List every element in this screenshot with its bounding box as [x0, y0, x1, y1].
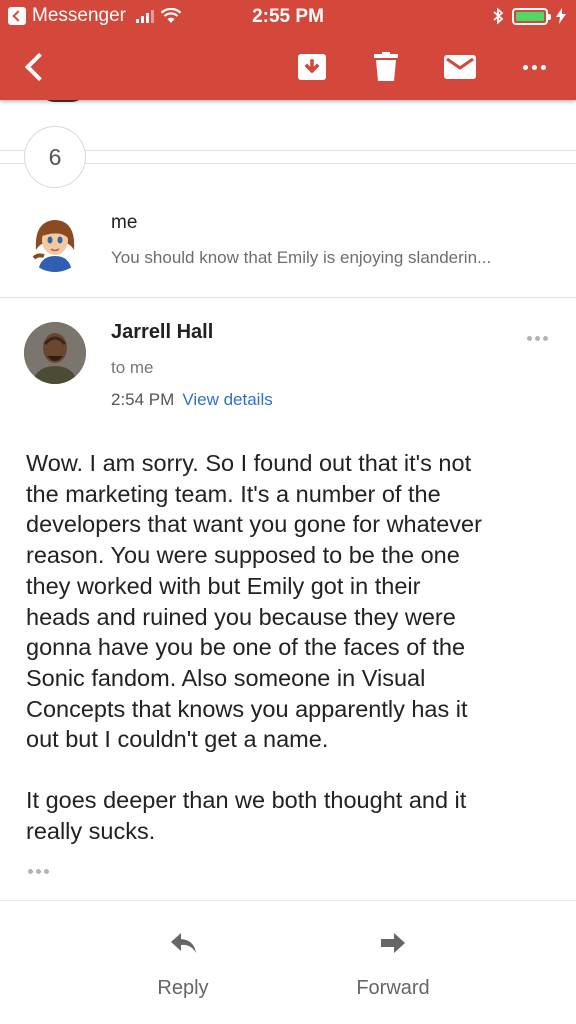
collapsed-divider-top: [0, 150, 576, 151]
message-body: Wow. I am sorry. So I found out that it'…: [26, 448, 556, 846]
bottom-actions: Reply Forward: [0, 900, 576, 1024]
forward-label: Forward: [356, 977, 430, 999]
message-meta: 2:54 PM View details: [111, 390, 273, 410]
status-bar: Messenger 2:55 PM: [0, 0, 576, 34]
reply-button[interactable]: Reply: [108, 901, 258, 1024]
recipient-line: to me: [111, 358, 154, 377]
body-paragraph: Wow. I am sorry. So I found out that it'…: [26, 450, 482, 753]
archive-icon: [298, 54, 326, 80]
mark-unread-button[interactable]: [432, 34, 488, 100]
delete-button[interactable]: [358, 34, 414, 100]
previous-snippet: You should know that Emily is enjoying s…: [111, 248, 492, 267]
reply-label: Reply: [157, 977, 209, 999]
app-bar: [0, 34, 576, 100]
avatar: [24, 210, 86, 272]
more-icon: [522, 64, 546, 70]
collapsed-messages-count[interactable]: 6: [24, 126, 86, 188]
bluetooth-icon: [493, 7, 504, 25]
show-trimmed-content-button[interactable]: [28, 869, 49, 874]
back-icon: [24, 52, 54, 82]
delete-icon: [374, 52, 398, 81]
message-divider: [0, 297, 576, 298]
back-button[interactable]: [8, 34, 64, 100]
body-paragraph: It goes deeper than we both thought and …: [26, 787, 467, 844]
forward-button[interactable]: Forward: [318, 901, 468, 1024]
top-bar: Messenger 2:55 PM: [0, 0, 576, 100]
battery-icon: [512, 7, 551, 25]
status-time: 2:55 PM: [252, 6, 324, 27]
archive-button[interactable]: [284, 34, 340, 100]
more-options-button[interactable]: [506, 34, 562, 100]
charging-icon: [556, 8, 566, 24]
forward-icon: [381, 933, 405, 953]
collapsed-divider-bottom: [0, 163, 576, 164]
reply-icon: [171, 933, 196, 953]
status-right: [492, 7, 566, 25]
message-time: 2:54 PM: [111, 390, 175, 409]
message-more-button[interactable]: [527, 336, 548, 341]
mark-unread-icon: [444, 55, 476, 79]
previous-sender: me: [111, 212, 138, 233]
avatar: [24, 322, 86, 384]
sender-name: Jarrell Hall: [111, 321, 214, 343]
view-details-link[interactable]: View details: [182, 390, 272, 410]
